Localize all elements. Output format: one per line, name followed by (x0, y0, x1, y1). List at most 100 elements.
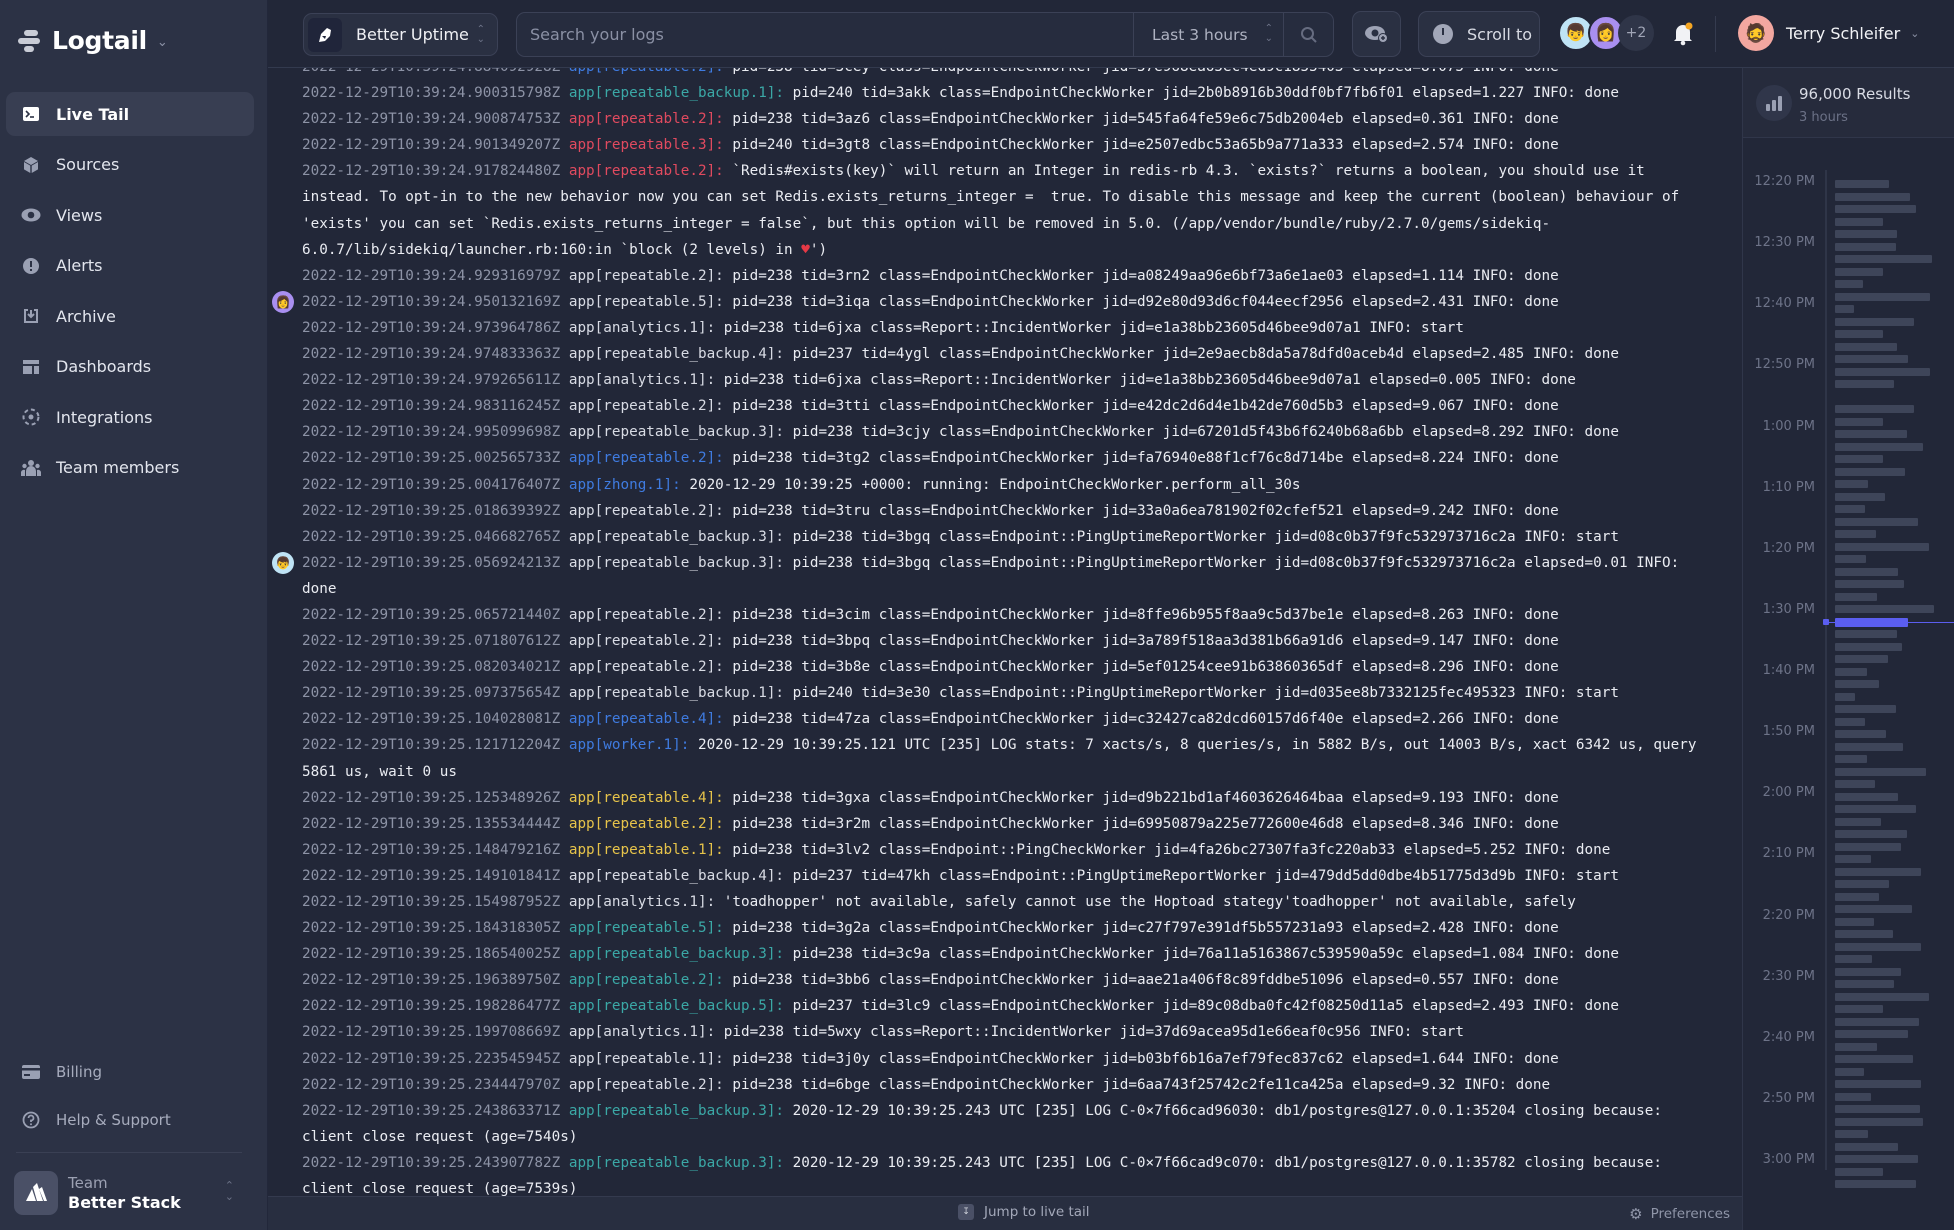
sidebar-item-help-support[interactable]: Help & Support (6, 1098, 254, 1142)
log-source[interactable]: app[repeatable.2]: (569, 972, 724, 988)
log-line[interactable]: 2022-12-29T10:39:25.198286477Z app[repea… (268, 993, 1742, 1019)
histogram-bar[interactable] (1835, 605, 1934, 613)
log-line[interactable]: 👦 2022-12-29T10:39:25.056924213Z app[repe… (268, 550, 1742, 602)
histogram-bar[interactable] (1835, 1130, 1868, 1138)
log-line[interactable]: 2022-12-29T10:39:24.929316979Z app[repea… (268, 263, 1742, 289)
sidebar-item-team-members[interactable]: Team members (6, 446, 254, 490)
log-line[interactable]: 2022-12-29T10:39:25.184318305Z app[repea… (268, 915, 1742, 941)
log-source[interactable]: app[repeatable.2]: (569, 503, 724, 519)
log-source[interactable]: app[repeatable.2]: (569, 659, 724, 675)
histogram-bar[interactable] (1835, 1042, 1877, 1051)
histogram-bar[interactable] (1835, 455, 1883, 463)
more-avatars-count[interactable]: +2 (1618, 15, 1654, 51)
histogram-bar[interactable] (1835, 430, 1907, 438)
log-source[interactable]: app[zhong.1]: (569, 477, 681, 493)
histogram-bar[interactable] (1835, 967, 1901, 976)
sidebar-item-views[interactable]: Views (6, 193, 254, 237)
log-source[interactable]: app[repeatable.4]: (569, 711, 724, 727)
log-line[interactable]: 2022-12-29T10:39:25.148479216Z app[repea… (268, 837, 1742, 863)
log-source[interactable]: app[repeatable_backup.1]: (569, 685, 784, 701)
log-line[interactable]: 2022-12-29T10:39:24.979265611Z app[analy… (268, 367, 1742, 393)
log-line[interactable]: 2022-12-29T10:39:25.125348926Z app[repea… (268, 785, 1742, 811)
log-line[interactable]: 2022-12-29T10:39:24.900315798Z app[repea… (268, 80, 1742, 106)
histogram-bar[interactable] (1835, 480, 1868, 488)
log-source[interactable]: app[repeatable.5]: (569, 294, 724, 310)
log-source[interactable]: app[repeatable_backup.3]: (569, 1155, 784, 1171)
histogram-bar[interactable] (1835, 1105, 1920, 1113)
log-source[interactable]: app[repeatable.1]: (569, 1051, 724, 1067)
log-source[interactable]: app[repeatable.2]: (569, 816, 724, 832)
histogram-bar[interactable] (1835, 730, 1886, 738)
histogram-cursor-handle[interactable] (1823, 618, 1829, 625)
histogram-bar[interactable] (1835, 680, 1879, 688)
log-source[interactable]: app[repeatable.2]: (569, 607, 724, 623)
histogram-bar[interactable] (1835, 180, 1889, 188)
histogram-bar[interactable] (1835, 955, 1872, 963)
log-source[interactable]: app[repeatable.4]: (569, 790, 724, 806)
histogram-bar[interactable] (1835, 805, 1916, 813)
log-line[interactable]: 2022-12-29T10:39:25.121712204Z app[worke… (268, 732, 1742, 784)
log-line[interactable]: 2022-12-29T10:39:25.018639392Z app[repea… (268, 498, 1742, 524)
histogram-bar[interactable] (1835, 755, 1867, 763)
histogram-position-cursor[interactable] (1825, 621, 1954, 623)
histogram-bar[interactable] (1835, 267, 1883, 276)
histogram-bar[interactable] (1835, 930, 1893, 938)
histogram-bar[interactable] (1835, 342, 1897, 351)
log-line[interactable]: 2022-12-29T10:39:25.071807612Z app[repea… (268, 628, 1742, 654)
sidebar-item-sources[interactable]: Sources (6, 143, 254, 187)
log-line[interactable]: 2022-12-29T10:39:25.082034021Z app[repea… (268, 654, 1742, 680)
log-line[interactable]: 2022-12-29T10:39:24.901349207Z app[repea… (268, 132, 1742, 158)
histogram-bar[interactable] (1835, 1092, 1871, 1101)
histogram-bar[interactable] (1835, 792, 1898, 801)
log-source[interactable]: app[repeatable.2]: (569, 163, 724, 179)
log-line[interactable]: 2022-12-29T10:39:25.046682765Z app[repea… (268, 524, 1742, 550)
viewer-avatar-marker[interactable]: 👦 (272, 551, 294, 574)
histogram-bar[interactable] (1835, 380, 1894, 388)
histogram-bar[interactable] (1835, 517, 1918, 526)
log-line[interactable]: 2022-12-29T10:39:25.004176407Z app[zhong… (268, 472, 1742, 498)
histogram-bar[interactable] (1835, 1005, 1883, 1013)
histogram-bar[interactable] (1835, 830, 1907, 838)
histogram-bar[interactable] (1835, 692, 1855, 701)
histogram-bar[interactable] (1835, 667, 1867, 676)
histogram-bar[interactable] (1835, 280, 1863, 288)
log-source[interactable]: app[analytics.1]: (569, 894, 715, 910)
log-source[interactable]: app[worker.1]: (569, 737, 690, 753)
log-source[interactable]: app[analytics.1]: (569, 372, 715, 388)
viewer-avatar-marker[interactable]: 👩 (272, 290, 294, 313)
histogram-bar[interactable] (1835, 1117, 1923, 1126)
histogram-bar[interactable] (1835, 642, 1902, 651)
histogram-bar[interactable] (1835, 655, 1888, 663)
log-source[interactable]: app[repeatable.2]: (569, 68, 724, 75)
time-range-select[interactable]: Last 3 hours ⌃ ⌄ (1133, 13, 1283, 56)
log-line[interactable]: 2022-12-29T10:39:25.243907782Z app[repea… (268, 1150, 1742, 1196)
log-source[interactable]: app[repeatable.5]: (569, 920, 724, 936)
log-source[interactable]: app[repeatable_backup.1]: (569, 85, 784, 101)
histogram-bar[interactable] (1835, 367, 1930, 376)
histogram-bar[interactable] (1835, 1030, 1908, 1038)
log-source[interactable]: app[repeatable.2]: (569, 398, 724, 414)
preferences-button[interactable]: ⚙ Preferences (1629, 1205, 1730, 1223)
histogram-bar[interactable] (1835, 917, 1874, 926)
sidebar-item-billing[interactable]: Billing (6, 1050, 254, 1094)
histogram-bar[interactable] (1835, 1017, 1919, 1026)
histogram-bar[interactable] (1835, 205, 1916, 213)
histogram-bar[interactable] (1835, 542, 1929, 551)
histogram-bar[interactable] (1835, 217, 1883, 226)
histogram-bar[interactable] (1835, 1142, 1898, 1151)
log-source[interactable]: app[repeatable.2]: (569, 111, 724, 127)
scroll-to-button[interactable]: Scroll to (1418, 11, 1540, 57)
histogram-bar[interactable] (1835, 580, 1904, 588)
log-source[interactable]: app[repeatable_backup.3]: (569, 529, 784, 545)
log-source[interactable]: app[repeatable_backup.3]: (569, 424, 784, 440)
log-line[interactable]: 2022-12-29T10:39:25.149101841Z app[repea… (268, 863, 1742, 889)
histogram-bar[interactable] (1835, 992, 1929, 1001)
log-stream[interactable]: 2022-12-29T10:39:24.884092928Z app[repea… (268, 68, 1742, 1196)
jump-to-live-tail-button[interactable]: ↧ Jump to live tail (958, 1204, 1090, 1220)
histogram-bar[interactable] (1835, 592, 1877, 601)
histogram-bar[interactable] (1835, 1080, 1921, 1088)
log-source[interactable]: app[analytics.1]: (569, 320, 715, 336)
log-line[interactable]: 2022-12-29T10:39:25.104028081Z app[repea… (268, 706, 1742, 732)
histogram-bar[interactable] (1835, 442, 1923, 451)
log-line[interactable]: 2022-12-29T10:39:25.243863371Z app[repea… (268, 1098, 1742, 1150)
